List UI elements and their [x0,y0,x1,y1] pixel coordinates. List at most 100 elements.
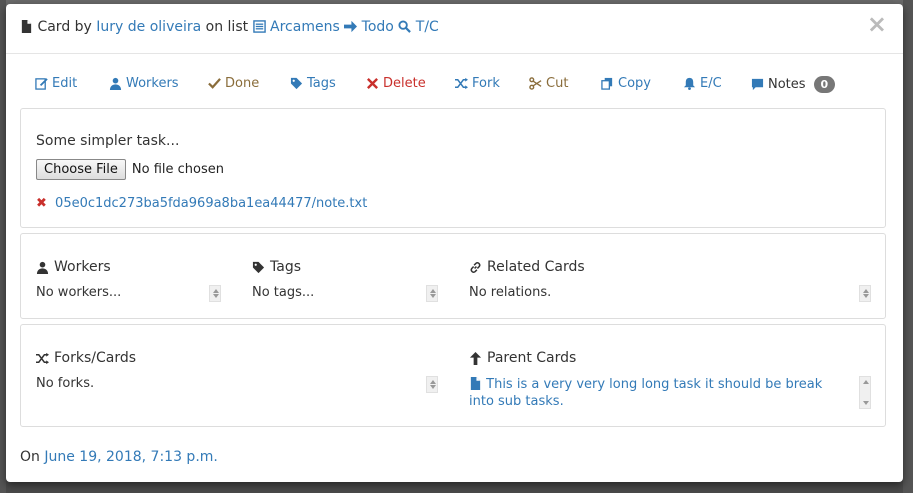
workers-empty: No workers... [36,285,122,300]
scissors-icon [529,77,542,90]
close-button[interactable]: × [867,12,887,36]
tags-empty: No tags... [252,285,315,300]
done-button[interactable]: Done [208,76,259,91]
board-name: Arcamens [270,19,340,35]
card-footer: On June 19, 2018, 7:13 p.m. [20,449,218,465]
tags-button[interactable]: Tags [290,76,336,91]
workers-title: Workers [54,259,111,275]
card-description: Some simpler task... [36,133,180,149]
related-cards-section: Related Cards No relations. [469,259,873,302]
modal-title: Card by Iury de oliveira on list Arcamen… [20,19,439,35]
forks-heading: Forks/Cards [36,350,440,366]
search-link[interactable]: T/C [398,19,439,35]
workers-scroll[interactable] [209,285,221,302]
parent-scroll[interactable] [859,376,871,409]
search-icon [398,20,412,33]
search-label: T/C [415,19,439,35]
delete-label: Delete [383,76,426,91]
file-upload: Choose File No file chosen [36,159,224,180]
arrow-right-icon [344,20,358,33]
tags-title: Tags [270,259,301,275]
workers-button[interactable]: Workers [109,76,179,91]
backdrop-right [903,0,913,493]
list-link[interactable]: Todo [344,19,394,35]
related-empty: No relations. [469,285,552,300]
workers-list[interactable]: No workers... [36,285,224,302]
card-date-link[interactable]: June 19, 2018, 7:13 p.m. [44,449,218,465]
forks-panel: Forks/Cards No forks. Parent Cards This … [20,324,886,427]
forks-empty: No forks. [36,376,95,391]
footer-on: On [20,449,40,465]
author-link[interactable]: Iury de oliveira [96,19,201,35]
link-icon [470,261,481,273]
notes-label: Notes [768,77,806,92]
title-prefix: Card by [37,19,92,35]
forks-list[interactable]: No forks. [36,376,440,393]
fork-button[interactable]: Fork [455,76,500,91]
cut-label: Cut [546,76,569,91]
cut-button[interactable]: Cut [529,76,568,91]
notes-button[interactable]: Notes 0 [751,76,836,93]
notes-count-badge: 0 [813,76,836,93]
parent-card-link[interactable]: This is a very very long long task it sh… [469,377,822,409]
file-icon [21,20,32,33]
file-icon [470,377,481,390]
copy-label: Copy [618,76,651,91]
comment-icon [751,78,764,91]
ec-button[interactable]: E/C [683,76,722,91]
modal-header: Card by Iury de oliveira on list Arcamen… [6,4,903,54]
tag-icon [290,77,303,90]
parent-cards-list: This is a very very long long task it sh… [469,376,871,410]
related-cards-list[interactable]: No relations. [469,285,873,302]
fork-label: Fork [472,76,500,91]
parent-card-title: This is a very very long long task it sh… [469,377,823,409]
forks-title: Forks/Cards [54,350,137,366]
forks-scroll[interactable] [426,376,438,393]
title-on-list: on list [205,19,249,35]
list-name: Todo [361,19,394,35]
close-icon [367,78,378,89]
related-cards-title: Related Cards [487,259,585,275]
user-icon [109,77,122,90]
edit-button[interactable]: Edit [35,76,77,91]
tags-scroll[interactable] [426,285,438,302]
shuffle-icon [36,352,49,364]
tags-list[interactable]: No tags... [252,285,440,302]
tags-heading: Tags [252,259,440,275]
board-link[interactable]: Arcamens [252,19,340,35]
list-icon [252,20,266,33]
delete-button[interactable]: Delete [366,76,426,91]
edit-label: Edit [52,76,78,91]
workers-heading: Workers [36,259,224,275]
attachment-item: ✖ 05e0c1dc273ba5fda969a8ba1ea44477/note.… [36,196,367,211]
workers-label: Workers [126,76,179,91]
choose-file-button[interactable]: Choose File [36,159,126,180]
card-modal: Card by Iury de oliveira on list Arcamen… [6,4,903,482]
check-icon [208,78,221,89]
tags-section: Tags No tags... [252,259,440,302]
related-scroll[interactable] [859,285,871,302]
card-body-panel: Some simpler task... Choose File No file… [20,108,886,228]
remove-attachment-icon[interactable]: ✖ [36,196,47,211]
bell-icon [683,77,696,90]
ec-label: E/C [700,76,722,91]
relations-panel: Workers No workers... Tags No tags... Re… [20,233,886,319]
shuffle-icon [455,77,468,90]
parent-cards-heading: Parent Cards [469,350,873,366]
copy-icon [601,77,613,90]
related-cards-heading: Related Cards [469,259,873,275]
tag-icon [252,261,265,273]
arrow-up-icon [469,351,482,365]
forks-section: Forks/Cards No forks. [36,350,440,393]
workers-section: Workers No workers... [36,259,224,302]
user-icon [36,261,49,274]
parent-cards-section: Parent Cards This is a very very long lo… [469,350,873,410]
copy-button[interactable]: Copy [601,76,651,91]
edit-icon [35,78,48,90]
file-status: No file chosen [131,162,224,177]
attachment-link[interactable]: 05e0c1dc273ba5fda969a8ba1ea44477/note.tx… [55,196,367,211]
tags-label: Tags [307,76,336,91]
parent-cards-title: Parent Cards [487,350,577,366]
card-toolbar: Edit Workers Done Tags Delete Fork Cut C… [20,76,890,100]
done-label: Done [225,76,260,91]
